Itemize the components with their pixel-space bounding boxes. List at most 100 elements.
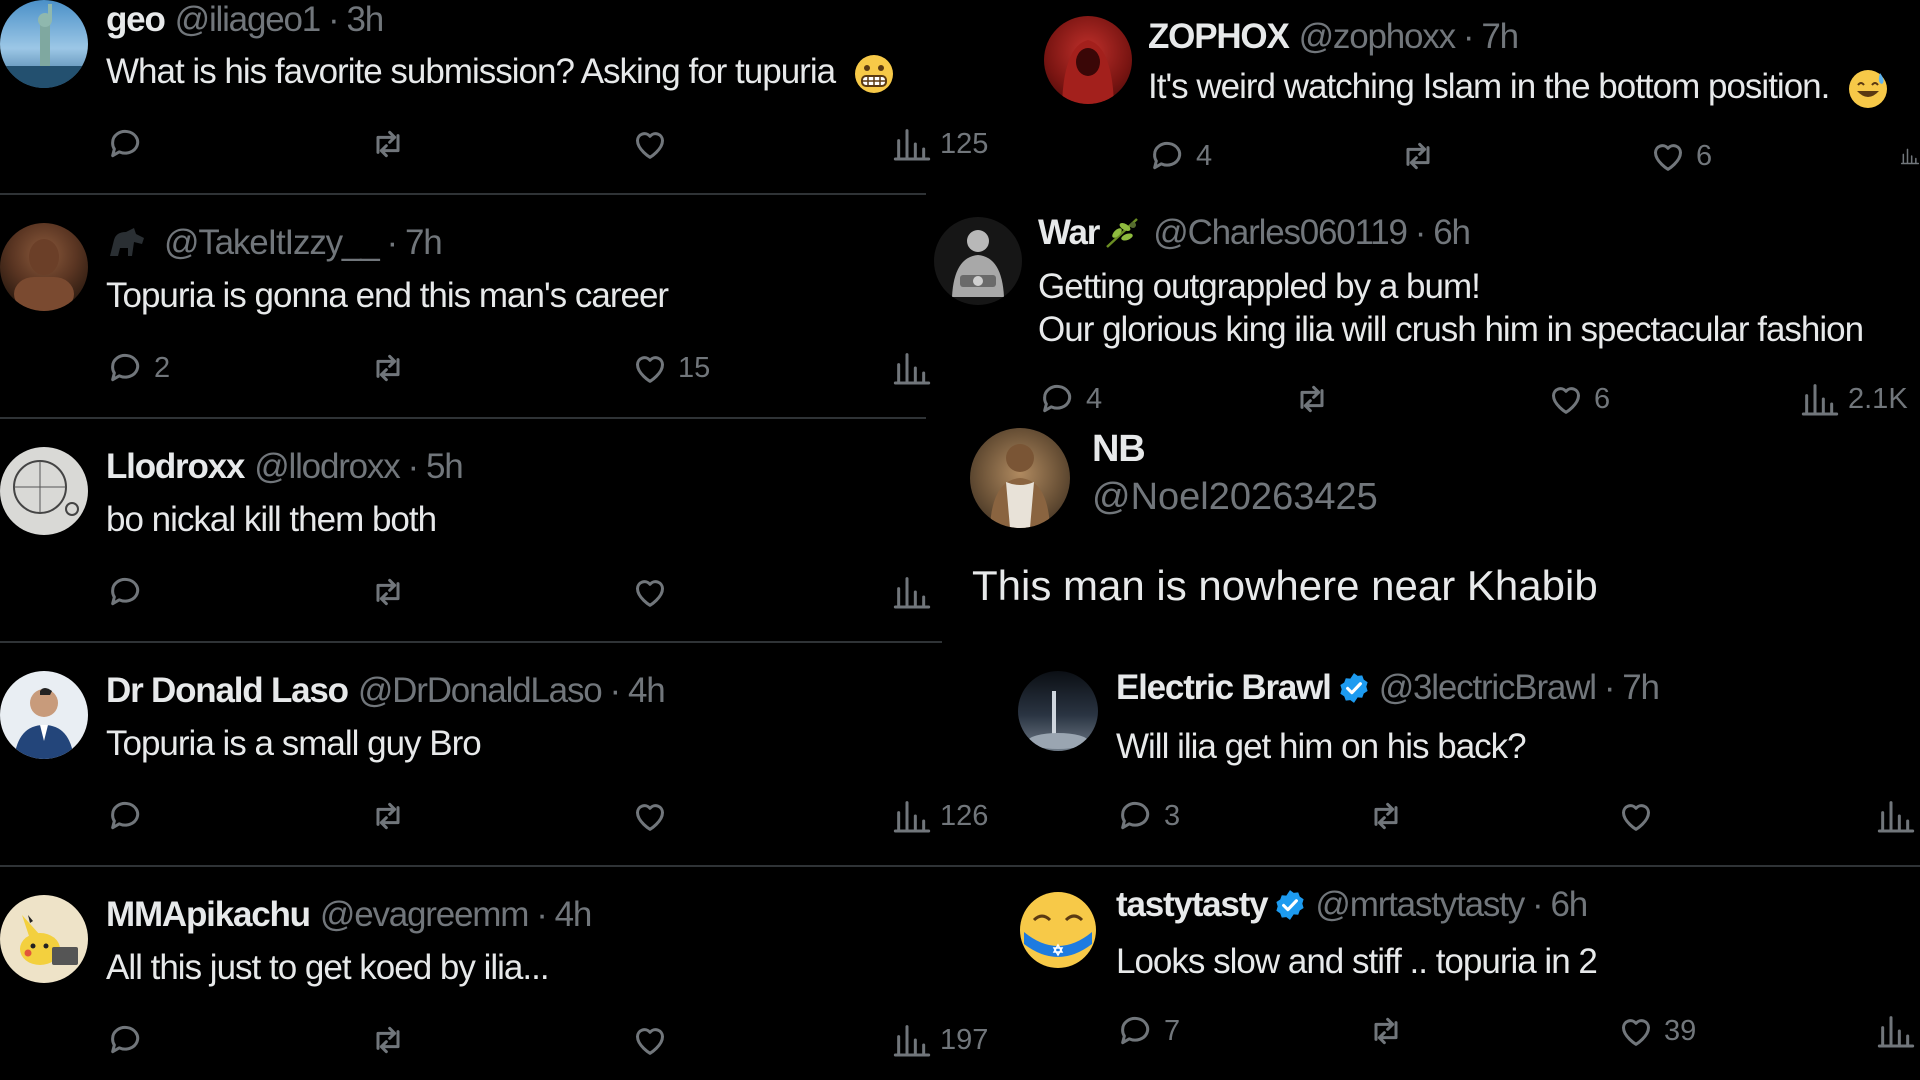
timestamp[interactable]: 4h [555,895,593,935]
views-button[interactable]: 125 [892,122,988,166]
timestamp[interactable]: 7h [1481,17,1519,57]
handle[interactable]: @3lectricBrawl [1379,668,1597,708]
handle[interactable]: @Noel20263425 [1092,476,1378,519]
tweet-geo[interactable]: geo @iliageo1 · 3h What is his favorite … [0,0,1000,195]
reply-button[interactable]: 2 [106,346,170,390]
tweet-actions: 4 6 2.1K [1038,377,1918,421]
reply-button[interactable] [106,570,154,614]
like-button[interactable]: 15 [630,346,710,390]
repost-button[interactable] [1292,377,1332,421]
screenshot-collage: geo @iliageo1 · 3h What is his favorite … [0,0,1920,1080]
tweet-zophox[interactable]: ZOPHOX @zophoxx · 7h It's weird watching… [1040,0,1920,200]
separator-dot: · [1414,213,1427,252]
avatar[interactable] [1044,16,1132,104]
reply-button[interactable] [106,1018,154,1062]
man-in-suit-icon [14,688,74,759]
tweet-war[interactable]: War @Charles060119 · 6h Getting outgrapp… [930,205,1920,420]
man-in-tank-top-icon [990,444,1050,528]
tweet-drdonaldlaso[interactable]: Dr Donald Laso @DrDonaldLaso · 4h Topuri… [0,668,1000,863]
reply-icon [1153,141,1182,170]
repost-button[interactable] [368,122,408,166]
views-button[interactable] [892,570,940,614]
tweet-tastytasty[interactable]: tastytasty @mrtastytasty · 6h Looks slow… [1010,885,1920,1080]
repost-button[interactable] [368,1018,408,1062]
views-button[interactable]: 2.1K [1800,377,1908,421]
views-button[interactable] [1876,794,1916,838]
statue-of-liberty-icon [0,4,88,88]
views-button[interactable]: 197 [892,1018,988,1062]
display-name[interactable]: tastytasty [1116,885,1269,925]
like-button[interactable]: 6 [1648,134,1712,178]
repost-button[interactable] [1366,1009,1406,1053]
views-button[interactable] [1876,1009,1916,1053]
handle[interactable]: @llodroxx [254,447,401,487]
like-button[interactable] [630,122,678,166]
like-button[interactable] [1616,794,1664,838]
handle[interactable]: @evagreemm [320,895,530,935]
like-button[interactable] [630,1018,678,1062]
reply-button[interactable]: 7 [1116,1009,1180,1053]
avatar[interactable] [0,447,88,535]
tweet-takeitizzy[interactable]: @TakeItIzzy__ · 7h Topuria is gonna end … [0,220,1000,415]
like-button[interactable]: 6 [1546,377,1610,421]
timestamp[interactable]: 5h [426,447,464,487]
black-horse-emoji-icon [110,228,144,256]
avatar[interactable] [1018,890,1098,970]
timestamp[interactable]: 4h [628,671,666,711]
tweet-nb[interactable]: NB @Noel20263425 This man is nowhere nea… [960,420,1920,620]
display-name[interactable]: Llodroxx [106,447,245,487]
repost-button[interactable] [368,346,408,390]
timestamp[interactable]: 6h [1433,213,1471,253]
views-button[interactable] [1900,134,1920,178]
avatar[interactable] [1018,671,1098,751]
avatar[interactable] [0,671,88,759]
display-name[interactable]: MMApikachu [106,895,311,935]
reply-button[interactable] [106,122,154,166]
repost-button[interactable] [1366,794,1406,838]
avatar[interactable] [0,895,88,983]
avatar[interactable] [0,223,88,311]
handle[interactable]: @Charles060119 [1153,213,1408,253]
reply-button[interactable]: 3 [1116,794,1180,838]
tweet-divider [1012,865,1920,867]
display-name[interactable]: geo [106,0,166,40]
display-name[interactable]: NB [1092,428,1146,471]
tweet-mmapikachu[interactable]: MMApikachu @evagreemm · 4h All this just… [0,892,1000,1080]
reply-icon [111,129,140,158]
handle[interactable]: @DrDonaldLaso [358,671,603,711]
timestamp[interactable]: 6h [1550,885,1588,925]
avatar[interactable] [0,0,88,88]
views-button[interactable]: 126 [892,794,988,838]
timestamp[interactable]: 3h [346,0,384,40]
reply-button[interactable]: 4 [1148,134,1212,178]
handle[interactable]: @zophoxx [1299,17,1456,57]
avatar[interactable] [934,217,1022,305]
handle[interactable]: @iliageo1 [175,0,322,40]
display-name[interactable]: Dr Donald Laso [106,671,349,711]
reply-button[interactable] [106,794,154,838]
views-icon [1801,384,1839,416]
like-button[interactable] [630,570,678,614]
display-name[interactable]: Electric Brawl [1116,668,1332,708]
reply-button[interactable]: 4 [1038,377,1102,421]
views-icon [1900,148,1920,165]
olive-branch-emoji-icon [1106,218,1139,248]
tweet-electric-brawl[interactable]: Electric Brawl @3lectricBrawl · 7h Will … [1010,668,1920,863]
repost-icon [1406,142,1430,170]
avatar[interactable] [970,428,1070,528]
display-name[interactable]: ZOPHOX [1148,17,1290,57]
like-count: 6 [1696,139,1713,172]
display-name[interactable]: War [1038,213,1100,253]
repost-button[interactable] [368,794,408,838]
handle[interactable]: @TakeItIzzy__ [164,223,380,263]
like-button[interactable] [630,794,678,838]
views-icon [893,1025,931,1057]
repost-button[interactable] [1398,134,1438,178]
handle[interactable]: @mrtastytasty [1315,885,1525,925]
repost-button[interactable] [368,570,408,614]
like-button[interactable]: 39 [1616,1009,1696,1053]
timestamp[interactable]: 7h [405,223,443,263]
timestamp[interactable]: 7h [1622,668,1660,708]
reply-icon [111,801,140,830]
tweet-llodroxx[interactable]: Llodroxx @llodroxx · 5h bo nickal kill t… [0,444,1000,639]
